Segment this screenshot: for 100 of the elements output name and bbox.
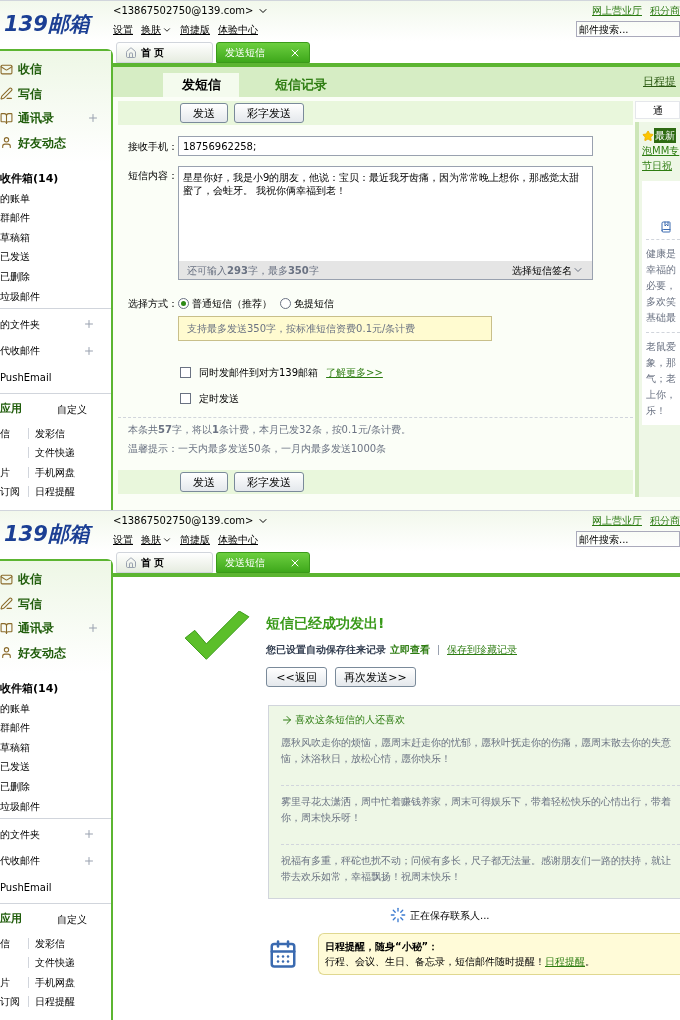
folder-item[interactable]: 垃圾邮件 (0, 286, 111, 307)
view-link[interactable]: 立即查看 (390, 642, 430, 657)
checkbox[interactable] (180, 366, 191, 378)
header-link[interactable]: 设置 (113, 532, 133, 547)
recipient-field[interactable]: 18756962258; (178, 136, 593, 156)
radio-button[interactable] (178, 297, 189, 309)
app-link[interactable]: 文件快递 (35, 445, 75, 461)
action-button[interactable]: 再次发送>> (335, 667, 416, 687)
reminder-link[interactable]: 日程提醒 (545, 956, 585, 967)
app-link[interactable]: 手机网盘 (35, 974, 75, 990)
header-link[interactable]: 换肤 (141, 22, 172, 37)
action-button[interactable]: 彩字发送 (234, 103, 304, 123)
sidebar-item[interactable]: 好友动态 (0, 130, 111, 155)
top-link[interactable]: 积分商 (650, 3, 680, 18)
note-line: 基础最 (646, 311, 677, 325)
header-link[interactable]: 换肤 (141, 532, 172, 547)
save-link[interactable]: 保存到珍藏记录 (447, 642, 517, 657)
app-link[interactable]: 片 (0, 976, 10, 988)
action-button[interactable]: <<返回 (266, 667, 327, 687)
folder-section[interactable]: 的文件夹 (0, 311, 111, 338)
folder-section[interactable]: PushEmail (0, 874, 111, 901)
add-icon[interactable] (83, 828, 95, 841)
action-button[interactable]: 发送 (180, 472, 228, 492)
side-tab[interactable]: 通 (635, 101, 680, 119)
sidebar-item[interactable]: 写信 (0, 81, 111, 106)
app-link[interactable]: 发彩信 (35, 425, 65, 441)
folder-item[interactable]: 垃圾邮件 (0, 796, 111, 817)
sidebar-item[interactable]: 收信 (0, 567, 111, 592)
folder-item[interactable]: 收件箱(14) (0, 169, 111, 189)
sidebar-item[interactable]: 收信 (0, 57, 111, 82)
top-link[interactable]: 积分商 (650, 513, 680, 528)
arrow-icon (281, 713, 293, 726)
folder-item[interactable]: 已发送 (0, 757, 111, 777)
radio-button[interactable] (280, 297, 291, 309)
tab[interactable]: 首 页 (116, 42, 213, 63)
add-icon[interactable] (87, 112, 99, 125)
folder-item[interactable]: 的账单 (0, 698, 111, 719)
search-field[interactable]: 邮件搜索... (576, 21, 680, 37)
checkbox-label: 定时发送 (199, 391, 239, 406)
header-link[interactable]: 简捷版 (180, 22, 210, 37)
suggestion-line[interactable]: 愿秋风吹走你的烦恼，愿周末赶走你的忧郁，愿秋叶抚走你的伤痛，愿周末散去你的失意 (281, 735, 680, 751)
app-link[interactable]: 日程提醒 (35, 994, 75, 1010)
side-link[interactable]: 节日祝 (642, 158, 680, 173)
sidebar-item[interactable]: 通讯录 (0, 106, 111, 131)
suggestion-line[interactable]: 祝福有多重，秤砣也扰不动；问候有多长，尺子都无法量。感谢朋友们一路的扶持，就让 (281, 853, 680, 869)
app-link[interactable]: 信 (0, 937, 10, 949)
reminder-title: 日程提醒，随身“小秘”： (325, 940, 440, 954)
header-link[interactable]: 体验中心 (218, 22, 258, 37)
app-link[interactable]: 文件快递 (35, 955, 75, 971)
folder-item[interactable]: 草稿箱 (0, 737, 111, 758)
suggestion-line[interactable]: 带去欢乐如常，幸福飘扬！祝周末快乐！ (281, 869, 680, 885)
folder-item[interactable]: 收件箱(14) (0, 679, 111, 699)
folder-section[interactable]: 的文件夹 (0, 821, 111, 848)
app-link[interactable]: 订阅 (0, 486, 20, 498)
add-icon[interactable] (83, 854, 95, 867)
suggestion-line[interactable]: 雾里寻花太潇洒，周中忙着赚钱养家，周末可得娱乐下，带着轻松快乐的心情出行，带着 (281, 794, 680, 810)
action-button[interactable]: 彩字发送 (234, 472, 304, 492)
sidebar-item[interactable]: 好友动态 (0, 640, 111, 665)
customize-link[interactable]: 自定义 (57, 912, 87, 928)
suggestion-line[interactable]: 恼，沐浴秋日，放松心情，愿你快乐！ (281, 751, 680, 767)
app-link[interactable]: 信 (0, 427, 10, 439)
app-link[interactable]: 片 (0, 466, 10, 478)
folder-section[interactable]: 代收邮件 (0, 337, 111, 365)
app-link[interactable]: 手机网盘 (35, 464, 75, 480)
folder-item[interactable]: 已发送 (0, 247, 111, 267)
tab[interactable]: 首 页 (116, 552, 213, 573)
folder-section[interactable]: PushEmail (0, 364, 111, 391)
customize-link[interactable]: 自定义 (57, 402, 87, 418)
header-link[interactable]: 简捷版 (180, 532, 210, 547)
side-link[interactable]: 泡MM专 (642, 143, 680, 158)
folder-item[interactable]: 的账单 (0, 188, 111, 209)
add-icon[interactable] (83, 344, 95, 357)
app-link[interactable]: 日程提醒 (35, 484, 75, 500)
sidebar-item[interactable]: 通讯录 (0, 616, 111, 641)
top-link[interactable]: 网上营业厅 (592, 3, 642, 18)
suggestion-line[interactable]: 你，周末快乐呀！ (281, 810, 680, 826)
schedule-link[interactable]: 日程提 (643, 73, 676, 91)
checkbox[interactable] (180, 392, 191, 404)
learn-more-link[interactable]: 了解更多>> (326, 364, 383, 380)
search-field[interactable]: 邮件搜索... (576, 531, 680, 547)
folder-item[interactable]: 已删除 (0, 776, 111, 797)
note-line: 上你， (646, 388, 677, 402)
folder-item[interactable]: 群邮件 (0, 718, 111, 738)
sidebar-item[interactable]: 写信 (0, 591, 111, 616)
folder-item[interactable]: 草稿箱 (0, 227, 111, 248)
signature-dropdown[interactable]: 选择短信签名 (512, 262, 584, 278)
folder-item[interactable]: 已删除 (0, 266, 111, 287)
add-icon[interactable] (87, 622, 99, 635)
subtab[interactable]: 发短信 (163, 73, 239, 97)
header-link[interactable]: 体验中心 (218, 532, 258, 547)
add-icon[interactable] (83, 318, 95, 331)
folder-section[interactable]: 代收邮件 (0, 847, 111, 875)
header-link[interactable]: 设置 (113, 22, 133, 37)
app-link[interactable]: 发彩信 (35, 935, 65, 951)
folder-item[interactable]: 群邮件 (0, 208, 111, 228)
app-link[interactable]: 订阅 (0, 996, 20, 1008)
action-button[interactable]: 发送 (180, 103, 228, 123)
top-link[interactable]: 网上营业厅 (592, 513, 642, 528)
message-field[interactable]: 星星你好，我是小9的朋友，他说：宝贝：最近我牙齿痛，因为常常晚上想你，那感觉太甜蜜了，会蛀牙。 我祝你俩幸福到老！ 还可输入293字，最多350字 选择短信签名 (178, 166, 593, 280)
subtab[interactable]: 短信记录 (263, 73, 339, 97)
